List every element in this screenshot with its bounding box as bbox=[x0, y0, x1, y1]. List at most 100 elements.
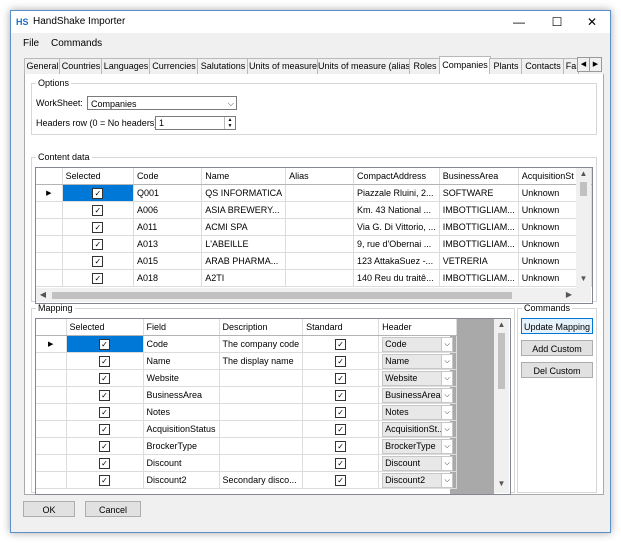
checkbox-checked-icon[interactable]: ✓ bbox=[99, 406, 110, 418]
table-row[interactable]: ✓ A006 ASIA BREWERY... Km. 43 National .… bbox=[36, 201, 592, 219]
checkbox-checked-icon[interactable]: ✓ bbox=[99, 372, 110, 384]
selected-cell[interactable]: ✓ bbox=[66, 403, 144, 421]
scroll-down-icon[interactable]: ▼ bbox=[576, 274, 591, 283]
code-cell[interactable]: A018 bbox=[133, 269, 203, 287]
table-row[interactable]: ✓ A011 ACMI SPA Via G. Di Vittorio, ... … bbox=[36, 218, 592, 236]
selected-cell[interactable]: ✓ bbox=[66, 386, 144, 404]
selected-cell[interactable]: ✓ bbox=[62, 201, 134, 219]
add-custom-button[interactable]: Add Custom bbox=[521, 340, 593, 356]
tab-roles[interactable]: Roles bbox=[409, 58, 441, 74]
header-cell[interactable]: Discount ⌵ bbox=[378, 454, 458, 472]
spin-arrows-icon[interactable]: ▲ ▼ bbox=[224, 117, 235, 129]
header-cell[interactable]: BrockerType ⌵ bbox=[378, 437, 458, 455]
description-cell[interactable] bbox=[219, 454, 304, 472]
description-cell[interactable]: Secondary disco... bbox=[219, 471, 304, 489]
header-cell[interactable]: Website ⌵ bbox=[378, 369, 458, 387]
content-vertical-scrollbar[interactable]: ▲ ▼ bbox=[576, 168, 591, 288]
close-button[interactable]: ✕ bbox=[577, 13, 607, 31]
checkbox-checked-icon[interactable]: ✓ bbox=[92, 238, 104, 250]
field-cell[interactable]: BusinessArea bbox=[143, 386, 220, 404]
code-cell[interactable]: A015 bbox=[133, 252, 203, 270]
col-header-standard[interactable]: Standard bbox=[302, 319, 380, 336]
scroll-right-icon[interactable]: ▶ bbox=[564, 290, 574, 299]
field-cell[interactable]: Discount bbox=[143, 454, 220, 472]
scroll-down-icon[interactable]: ▼ bbox=[494, 479, 509, 488]
tab-languages[interactable]: Languages bbox=[101, 58, 151, 74]
table-row[interactable]: ✓ A015 ARAB PHARMA... 123 AttakaSuez -..… bbox=[36, 252, 592, 270]
col-header-name[interactable]: Name bbox=[201, 168, 287, 185]
business-area-cell[interactable]: IMBOTTIGLIAM... bbox=[439, 269, 519, 287]
header-cell[interactable]: Notes ⌵ bbox=[378, 403, 458, 421]
header-select[interactable]: Code ⌵ bbox=[382, 336, 454, 352]
alias-cell[interactable] bbox=[285, 184, 355, 202]
alias-cell[interactable] bbox=[285, 235, 355, 253]
header-select[interactable]: Discount2 ⌵ bbox=[382, 472, 454, 488]
name-cell[interactable]: L'ABEILLE bbox=[201, 235, 287, 253]
checkbox-checked-icon[interactable]: ✓ bbox=[99, 474, 110, 486]
code-cell[interactable]: A006 bbox=[133, 201, 203, 219]
header-select[interactable]: Website ⌵ bbox=[382, 370, 454, 386]
chevron-down-icon[interactable]: ⌵ bbox=[441, 354, 453, 368]
business-area-cell[interactable]: IMBOTTIGLIAM... bbox=[439, 218, 519, 236]
selected-cell[interactable]: ✓ bbox=[62, 218, 134, 236]
table-row[interactable]: ✓ A013 L'ABEILLE 9, rue d'Obernai ... IM… bbox=[36, 235, 592, 253]
table-row[interactable]: ✓ A018 A2TI 140 Reu du traitê... IMBOTTI… bbox=[36, 269, 592, 287]
table-row[interactable]: ✓ Website ✓ Website ⌵ bbox=[36, 369, 458, 387]
col-header-header[interactable]: Header bbox=[378, 319, 458, 336]
selected-cell[interactable]: ✓ bbox=[62, 252, 134, 270]
header-cell[interactable]: AcquisitionSt... ⌵ bbox=[378, 420, 458, 438]
col-header-code[interactable]: Code bbox=[133, 168, 203, 185]
address-cell[interactable]: 140 Reu du traitê... bbox=[353, 269, 440, 287]
table-row[interactable]: ✓ Notes ✓ Notes ⌵ bbox=[36, 403, 458, 421]
name-cell[interactable]: ARAB PHARMA... bbox=[201, 252, 287, 270]
description-cell[interactable] bbox=[219, 369, 304, 387]
tab-units-of-measure[interactable]: Units of measure bbox=[247, 58, 319, 74]
chevron-down-icon[interactable]: ⌵ bbox=[441, 405, 453, 419]
mapping-vertical-scrollbar[interactable]: ▲ ▼ bbox=[494, 319, 509, 493]
table-row[interactable]: ✓ Discount ✓ Discount ⌵ bbox=[36, 454, 458, 472]
name-cell[interactable]: QS INFORMATICA bbox=[201, 184, 287, 202]
alias-cell[interactable] bbox=[285, 218, 355, 236]
content-vscroll-thumb[interactable] bbox=[580, 182, 587, 196]
checkbox-checked-icon[interactable]: ✓ bbox=[99, 338, 110, 350]
scroll-left-icon[interactable]: ◀ bbox=[38, 290, 48, 299]
col-header-selected[interactable]: Selected bbox=[66, 319, 144, 336]
header-cell[interactable]: BusinessArea ⌵ bbox=[378, 386, 458, 404]
field-cell[interactable]: Code bbox=[143, 335, 220, 353]
checkbox-checked-icon[interactable]: ✓ bbox=[99, 457, 110, 469]
name-cell[interactable]: ASIA BREWERY... bbox=[201, 201, 287, 219]
address-cell[interactable]: 123 AttakaSuez -... bbox=[353, 252, 440, 270]
header-select[interactable]: AcquisitionSt... ⌵ bbox=[382, 421, 454, 437]
col-header-business-area[interactable]: BusinessArea bbox=[439, 168, 519, 185]
field-cell[interactable]: AcquisitionStatus bbox=[143, 420, 220, 438]
tab-currencies[interactable]: Currencies bbox=[149, 58, 199, 74]
del-custom-button[interactable]: Del Custom bbox=[521, 362, 593, 378]
checkbox-checked-icon[interactable]: ✓ bbox=[99, 389, 110, 401]
field-cell[interactable]: Name bbox=[143, 352, 220, 370]
address-cell[interactable]: Piazzale Rluini, 2... bbox=[353, 184, 440, 202]
header-select[interactable]: BrockerType ⌵ bbox=[382, 438, 454, 454]
checkbox-checked-icon[interactable]: ✓ bbox=[99, 423, 110, 435]
code-cell[interactable]: A011 bbox=[133, 218, 203, 236]
selected-cell[interactable]: ✓ bbox=[62, 269, 134, 287]
checkbox-checked-icon[interactable]: ✓ bbox=[92, 272, 104, 284]
table-row[interactable]: ✓ BusinessArea ✓ BusinessArea ⌵ bbox=[36, 386, 458, 404]
field-cell[interactable]: BrockerType bbox=[143, 437, 220, 455]
header-select[interactable]: Notes ⌵ bbox=[382, 404, 454, 420]
col-header-description[interactable]: Description bbox=[219, 319, 304, 336]
code-cell[interactable]: A013 bbox=[133, 235, 203, 253]
business-area-cell[interactable]: IMBOTTIGLIAM... bbox=[439, 235, 519, 253]
worksheet-select[interactable]: Companies ⌵ bbox=[87, 96, 237, 110]
chevron-down-icon[interactable]: ⌵ bbox=[441, 371, 453, 385]
header-cell[interactable]: Code ⌵ bbox=[378, 335, 458, 353]
minimize-button[interactable]: — bbox=[504, 13, 534, 31]
headers-row-stepper[interactable]: 1 ▲ ▼ bbox=[155, 116, 236, 130]
col-header-selected[interactable]: Selected bbox=[62, 168, 134, 185]
checkbox-checked-icon[interactable]: ✓ bbox=[92, 221, 104, 233]
table-row[interactable]: ✓ AcquisitionStatus ✓ AcquisitionSt... ⌵ bbox=[36, 420, 458, 438]
col-header-field[interactable]: Field bbox=[143, 319, 220, 336]
tab-plants[interactable]: Plants bbox=[489, 58, 523, 74]
chevron-down-icon[interactable]: ⌵ bbox=[441, 422, 453, 436]
selected-cell[interactable]: ✓ bbox=[66, 352, 144, 370]
checkbox-checked-icon[interactable]: ✓ bbox=[92, 204, 104, 216]
